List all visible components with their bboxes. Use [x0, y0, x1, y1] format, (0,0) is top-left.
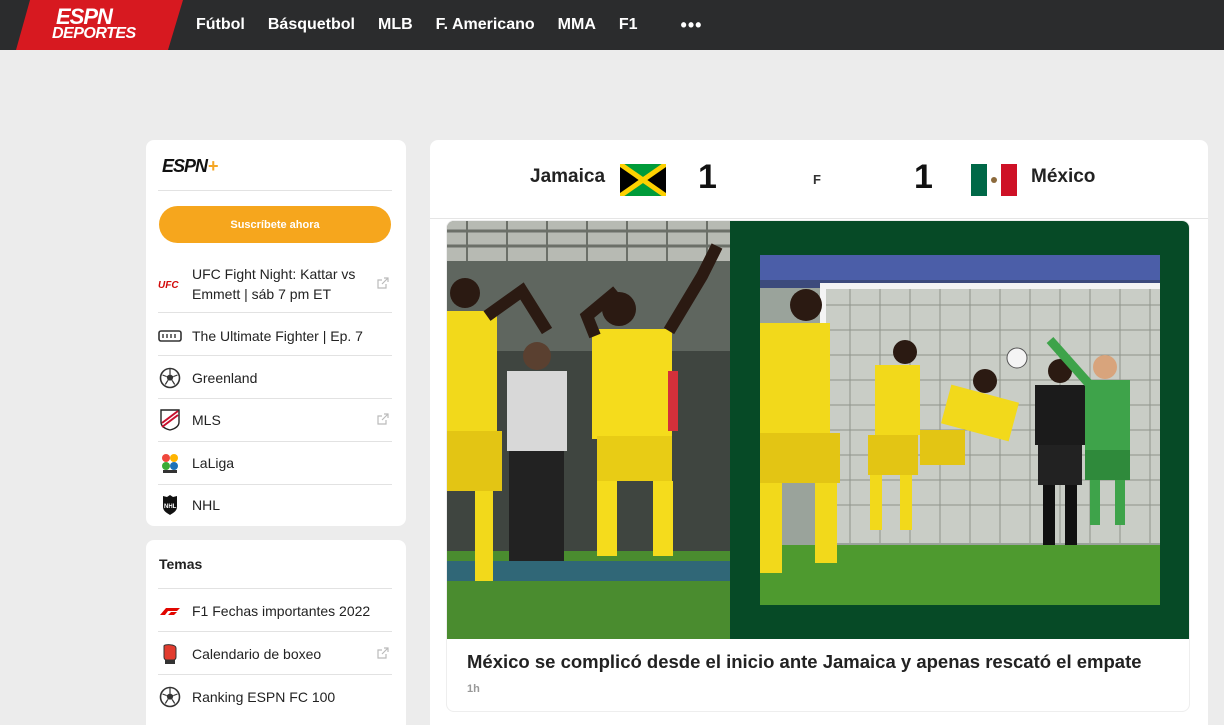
- away-team-name[interactable]: México: [1031, 166, 1095, 188]
- laliga-icon: [158, 451, 182, 475]
- temas-item-boxeo[interactable]: Calendario de boxeo: [158, 642, 392, 666]
- story-timestamp: 1h: [467, 683, 480, 695]
- top-nav: ESPN DEPORTES Fútbol Básquetbol MLB F. A…: [0, 0, 1224, 50]
- sidebar-item-ufc[interactable]: UFC UFC Fight Night: Kattar vs Emmett | …: [158, 264, 392, 304]
- espn-plus-sign: +: [208, 155, 219, 176]
- nav-item-f-americano[interactable]: F. Americano: [436, 16, 535, 34]
- divider: [158, 312, 392, 313]
- temas-card: Temas F1 Fechas importantes 2022 Calenda…: [146, 540, 406, 725]
- svg-text:NHL: NHL: [164, 504, 177, 510]
- nav-item-basquetbol[interactable]: Básquetbol: [268, 16, 355, 34]
- home-team-name[interactable]: Jamaica: [530, 166, 605, 188]
- nhl-icon: NHL: [158, 493, 182, 517]
- sidebar-item-label: The Ultimate Fighter | Ep. 7: [192, 328, 363, 344]
- svg-text:UFC: UFC: [158, 280, 179, 291]
- story-photo-goal: [760, 255, 1160, 605]
- logo-deportes-text: DEPORTES: [52, 25, 136, 42]
- divider: [158, 631, 392, 632]
- match-status: F: [813, 172, 821, 187]
- divider: [158, 398, 392, 399]
- sidebar-item-label: LaLiga: [192, 455, 235, 471]
- divider: [158, 355, 392, 356]
- tuf-icon: [158, 324, 182, 348]
- espn-plus-text: ESPN: [162, 155, 208, 176]
- sidebar-item-greenland[interactable]: Greenland: [158, 366, 392, 390]
- temas-item-label: Ranking ESPN FC 100: [192, 689, 336, 705]
- divider: [158, 190, 392, 191]
- nav-item-mlb[interactable]: MLB: [378, 16, 413, 34]
- divider: [158, 484, 392, 485]
- sidebar-item-mls[interactable]: MLS: [158, 408, 392, 432]
- subscribe-button[interactable]: Suscríbete ahora: [159, 206, 391, 243]
- sidebar-item-label: UFC Fight Night: Kattar vs Emmett | sáb …: [192, 266, 356, 302]
- story-photo-goal-panel[interactable]: [730, 221, 1189, 639]
- home-score: 1: [698, 158, 717, 196]
- sidebar-item-laliga[interactable]: LaLiga: [158, 451, 392, 475]
- more-icon[interactable]: •••: [681, 16, 703, 34]
- external-link-icon: [377, 647, 389, 659]
- sidebar-item-nhl[interactable]: NHL NHL: [158, 493, 392, 517]
- soccer-ball-icon: [158, 685, 182, 709]
- sidebar-item-label: Greenland: [192, 370, 258, 386]
- soccer-ball-icon: [158, 366, 182, 390]
- story-card[interactable]: México se complicó desde el inicio ante …: [446, 220, 1190, 712]
- divider: [158, 674, 392, 675]
- story-headline[interactable]: México se complicó desde el inicio ante …: [467, 651, 1142, 673]
- temas-title: Temas: [159, 556, 203, 572]
- external-link-icon: [377, 413, 389, 425]
- external-link-icon: [377, 277, 389, 289]
- sidebar-item-label: NHL: [192, 497, 221, 513]
- sidebar-item-label: MLS: [192, 412, 221, 428]
- espn-plus-logo: ESPN +: [162, 156, 219, 176]
- mexico-flag-icon: [971, 164, 1017, 196]
- story-photo-celebration[interactable]: [447, 221, 731, 639]
- espn-plus-card: ESPN + Suscríbete ahora UFC UFC Fight Nig…: [146, 140, 406, 526]
- boxing-glove-icon: [158, 642, 182, 666]
- temas-item-label: Calendario de boxeo: [192, 646, 322, 662]
- divider: [430, 218, 1208, 219]
- jamaica-flag-icon: [620, 164, 666, 196]
- divider: [158, 441, 392, 442]
- nav-item-mma[interactable]: MMA: [558, 16, 596, 34]
- ufc-icon: UFC: [158, 272, 182, 296]
- sidebar-item-tuf[interactable]: The Ultimate Fighter | Ep. 7: [158, 324, 392, 348]
- scoreboard[interactable]: Jamaica 1 F 1 México: [430, 140, 1208, 218]
- away-score: 1: [914, 158, 933, 196]
- divider: [158, 588, 392, 589]
- mls-icon: [158, 408, 182, 432]
- nav-item-f1[interactable]: F1: [619, 16, 638, 34]
- temas-item-ranking[interactable]: Ranking ESPN FC 100: [158, 685, 392, 709]
- espn-deportes-logo[interactable]: ESPN DEPORTES: [0, 0, 183, 50]
- temas-item-label: F1 Fechas importantes 2022: [192, 603, 371, 619]
- nav-menu: Fútbol Básquetbol MLB F. Americano MMA F…: [196, 0, 702, 50]
- temas-item-f1[interactable]: F1 Fechas importantes 2022: [158, 599, 392, 623]
- f1-icon: [158, 599, 182, 623]
- nav-item-futbol[interactable]: Fútbol: [196, 16, 245, 34]
- main-story-card: Jamaica 1 F 1 México México se complicó …: [430, 140, 1208, 725]
